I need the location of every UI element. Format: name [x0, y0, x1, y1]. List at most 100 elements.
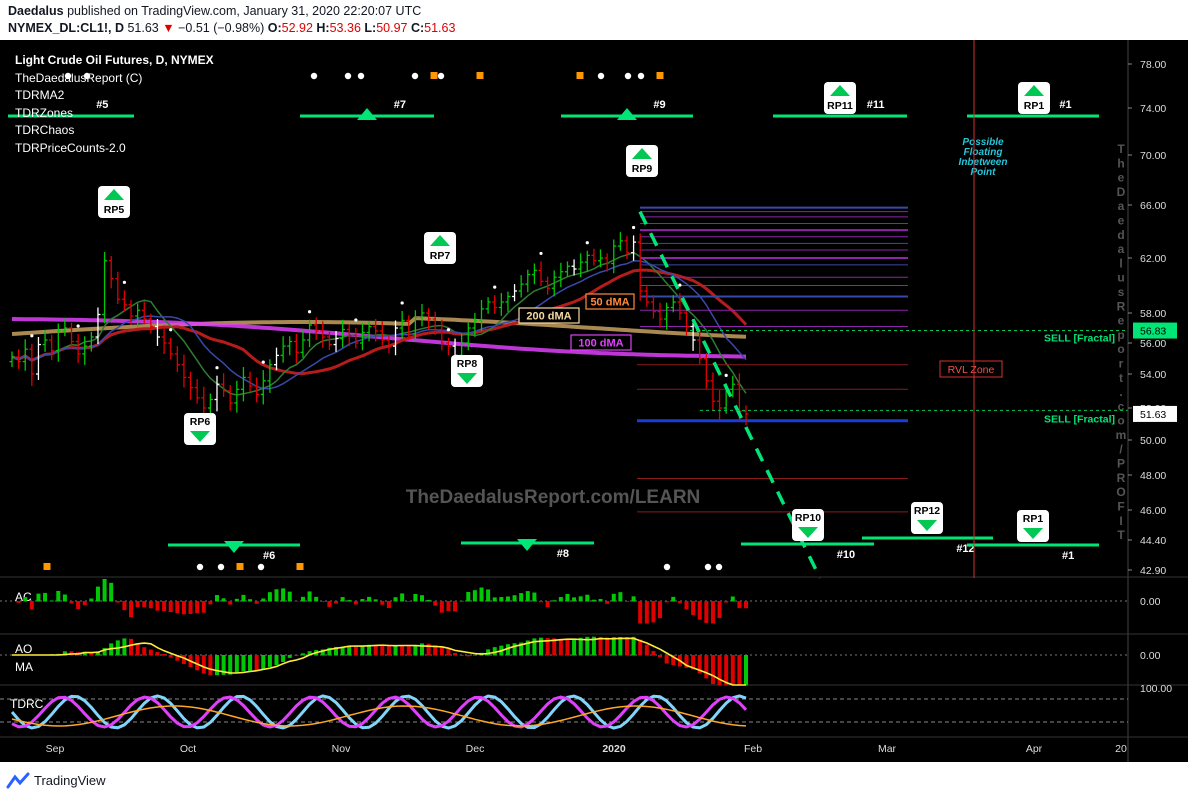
ac-bar [658, 601, 663, 619]
ma50-label: 50 dMA [590, 297, 629, 309]
ac-bar [419, 595, 424, 602]
ac-bar [565, 593, 570, 602]
ac-bar [638, 601, 643, 624]
watermark-vertical-char: e [1118, 171, 1125, 185]
ao-label: AO [15, 642, 32, 656]
ac-bar [49, 600, 54, 602]
watermark-vertical-char: a [1118, 199, 1125, 213]
ao-bar [486, 649, 491, 656]
ac-bar [62, 594, 67, 602]
indicator-4[interactable]: TDRChaos [15, 122, 214, 140]
ac-bar [691, 601, 696, 615]
ao-bar [611, 637, 616, 656]
ac-bar [453, 601, 458, 612]
ao-bar [565, 639, 570, 656]
signal-dot [344, 72, 352, 80]
indicator-2[interactable]: TDRMA2 [15, 87, 214, 105]
watermark-vertical-char: o [1117, 342, 1124, 356]
ao-bar [214, 655, 219, 676]
signal-dot [217, 563, 225, 571]
ac-bar [532, 592, 537, 602]
ac-bar [671, 596, 676, 602]
ac-bar [578, 596, 583, 602]
x-tick-label: Feb [744, 743, 762, 755]
low-value: 50.97 [376, 21, 408, 35]
count-label: #9 [653, 99, 665, 111]
ac-bar [380, 601, 385, 605]
fractal-dot [493, 285, 497, 289]
ao-bar [294, 655, 299, 656]
ma200-label: 200 dMA [526, 311, 571, 323]
symbol-line: NYMEX_DL:CL1!, D 51.63 ▼ −0.51 (−0.98%) … [8, 21, 455, 35]
ac-bar [221, 598, 226, 602]
ao-axis-label: 0.00 [1140, 650, 1161, 662]
ac-bar [479, 587, 484, 602]
ao-bar [129, 638, 134, 656]
price-label: 51.63 [1140, 409, 1166, 421]
ao-bar [208, 655, 213, 676]
watermark-vertical-char: e [1118, 314, 1125, 328]
ac-bar [486, 589, 491, 602]
ac-bar [406, 601, 411, 602]
watermark-vertical-char: F [1117, 500, 1124, 514]
low-label: L: [364, 21, 377, 35]
watermark-vertical-char: t [1119, 371, 1123, 385]
ao-bar [413, 645, 418, 656]
ac-bar [129, 601, 134, 618]
author-name[interactable]: Daedalus [8, 4, 64, 18]
symbol-name: NYMEX_DL:CL1!, D [8, 21, 124, 35]
ac-bar [413, 593, 418, 602]
high-label: H: [316, 21, 330, 35]
ac-bar [228, 601, 233, 605]
ac-bar [29, 601, 34, 610]
ao-bar [248, 655, 253, 671]
ac-bar [367, 596, 372, 602]
ao-bar [373, 644, 378, 656]
footer-brand[interactable]: TradingView [34, 773, 106, 788]
signal-square [236, 563, 244, 570]
rp-label: RP5 [104, 204, 125, 216]
ac-bar [631, 596, 636, 602]
signal-square [656, 72, 664, 79]
ac-bar [466, 592, 471, 602]
watermark-vertical-char: . [1119, 385, 1122, 399]
fractal-dot [169, 328, 173, 332]
ac-bar [710, 601, 715, 624]
ac-bar [334, 601, 339, 604]
watermark-vertical-char: h [1117, 156, 1124, 170]
rp-label: RP10 [795, 512, 821, 524]
signal-dot [257, 563, 265, 571]
signal-square [296, 563, 304, 570]
ac-bar [254, 601, 259, 604]
up-arrow-icon [357, 108, 377, 120]
chart-area[interactable]: TheDaedalusReport.com/LEARN Th e Da e d a l u s Re… [0, 40, 1188, 762]
ac-bar [307, 591, 312, 602]
ao-bar [618, 636, 623, 656]
x-tick-label: Apr [1026, 743, 1043, 755]
rp-badge-rp9: RP9 [626, 145, 658, 177]
publish-text: published on TradingView.com, January 31… [67, 4, 422, 18]
ao-bar [380, 645, 385, 656]
publish-header: Daedalus published on TradingView.com, J… [0, 0, 1188, 40]
indicator-1[interactable]: TheDaedalusReport (C) [15, 70, 214, 88]
ac-bar [737, 601, 742, 609]
ac-bar [102, 579, 107, 602]
x-tick-label: Nov [332, 743, 351, 755]
x-tick-label: Sep [46, 743, 65, 755]
ao-bar [605, 637, 610, 656]
ac-bar [558, 597, 563, 602]
fractal-dot [30, 334, 34, 338]
open-label: O: [267, 21, 282, 35]
ac-bar [261, 598, 266, 602]
indicator-5[interactable]: TDRPriceCounts-2.0 [15, 140, 214, 158]
ac-bar [724, 601, 729, 603]
ac-bar [155, 601, 160, 611]
ao-bar [598, 636, 603, 656]
fractal-dot [76, 324, 80, 328]
ac-bar [320, 601, 325, 602]
ao-bar [453, 652, 458, 656]
ac-bar [95, 586, 100, 602]
indicator-3[interactable]: TDRZones [15, 105, 214, 123]
ac-bar [208, 601, 213, 605]
ac-bar [618, 592, 623, 602]
